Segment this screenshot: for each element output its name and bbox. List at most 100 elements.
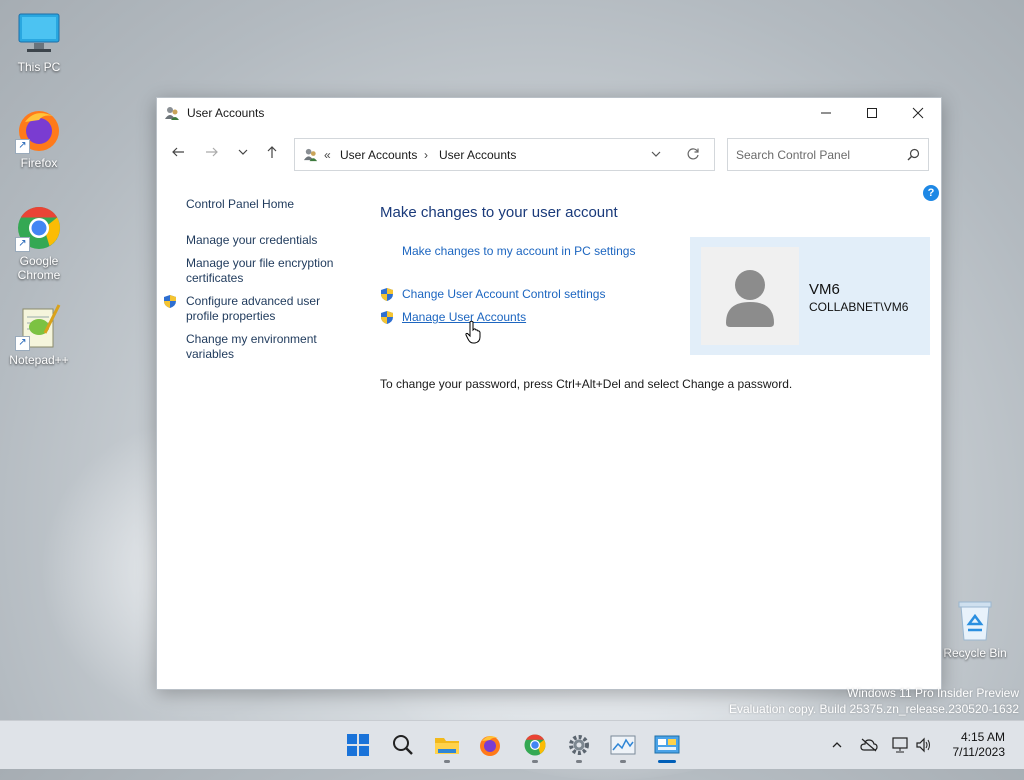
user-domain: COLLABNET\VM6 xyxy=(809,300,909,314)
system-clock[interactable]: 4:15 AM 7/11/2023 xyxy=(953,730,1006,760)
arrow-right-icon xyxy=(206,147,218,157)
maximize-icon xyxy=(867,108,877,118)
uac-shield-icon xyxy=(163,294,177,309)
help-button[interactable]: ? xyxy=(923,185,939,201)
control-panel-icon xyxy=(654,735,680,754)
firefox-icon: ↗ xyxy=(15,106,63,154)
running-indicator xyxy=(532,760,538,763)
breadcrumb-user-accounts-current[interactable]: User Accounts xyxy=(439,148,516,162)
chrome-icon xyxy=(524,734,546,756)
taskbar-file-explorer[interactable] xyxy=(429,729,465,763)
desktop-icon-label: This PC xyxy=(17,60,61,74)
desktop-icon-label: Firefox xyxy=(20,156,58,170)
gear-icon xyxy=(569,735,589,755)
taskbar-firefox[interactable] xyxy=(472,729,508,761)
navigation-bar: « User Accounts › User Accounts Search C… xyxy=(157,132,941,172)
shortcut-arrow-icon: ↗ xyxy=(15,139,30,154)
user-accounts-icon xyxy=(303,147,318,165)
speaker-icon xyxy=(916,737,930,753)
pc-settings-link[interactable]: Make changes to my account in PC setting… xyxy=(402,244,635,258)
taskbar-performance-monitor[interactable] xyxy=(605,729,641,763)
forward-button[interactable] xyxy=(200,140,224,164)
minimize-button[interactable] xyxy=(803,98,849,128)
avatar xyxy=(701,247,799,345)
shortcut-arrow-icon: ↗ xyxy=(15,336,30,351)
user-silhouette-icon xyxy=(726,270,774,327)
maximize-button[interactable] xyxy=(849,98,895,128)
this-pc-icon xyxy=(15,10,63,58)
breadcrumb-overflow[interactable]: « xyxy=(324,148,331,162)
refresh-button[interactable] xyxy=(686,147,700,164)
start-button[interactable] xyxy=(340,729,376,761)
file-encryption-certificates-link[interactable]: Manage your file encryption certificates xyxy=(186,256,341,286)
user-accounts-window: User Accounts « User Accounts › User Acc… xyxy=(156,97,942,690)
title-bar[interactable]: User Accounts xyxy=(157,98,941,128)
manage-credentials-link[interactable]: Manage your credentials xyxy=(186,233,336,248)
desktop-icon-label: Google Chrome xyxy=(17,254,61,282)
breadcrumb-separator: › xyxy=(424,148,428,162)
search-icon[interactable] xyxy=(907,148,920,164)
windows-logo-icon xyxy=(347,734,369,756)
running-indicator xyxy=(576,760,582,763)
desktop-icon-firefox[interactable]: ↗ Firefox xyxy=(4,106,74,170)
taskbar-chrome[interactable] xyxy=(517,729,553,763)
network-button[interactable] xyxy=(890,735,910,755)
chevron-down-icon xyxy=(238,149,248,155)
taskbar-settings[interactable] xyxy=(561,729,597,763)
uac-shield-icon xyxy=(380,310,394,325)
clock-date: 7/11/2023 xyxy=(952,745,1006,759)
desktop-icon-label: Notepad++ xyxy=(9,353,69,367)
uac-shield-icon xyxy=(380,287,394,302)
onedrive-offline-button[interactable] xyxy=(859,735,879,755)
taskbar: 4:15 AM 7/11/2023 xyxy=(0,720,1024,769)
arrow-up-icon xyxy=(267,146,277,158)
arrow-left-icon xyxy=(172,147,184,157)
notepadpp-icon: ↗ xyxy=(15,303,63,351)
desktop-icon-chrome[interactable]: ↗ Google Chrome xyxy=(4,204,74,282)
firefox-icon xyxy=(480,736,500,756)
hand-pointer-cursor-icon xyxy=(465,320,481,347)
desktop-icon-label: Recycle Bin xyxy=(943,646,1007,660)
desktop-icon-recycle-bin[interactable]: Recycle Bin xyxy=(940,596,1010,660)
uac-settings-link[interactable]: Change User Account Control settings xyxy=(402,287,605,301)
show-hidden-icons-button[interactable] xyxy=(827,735,847,755)
user-name: VM6 xyxy=(809,281,840,298)
close-button[interactable] xyxy=(895,98,941,128)
watermark-line-1: Windows 11 Pro Insider Preview xyxy=(847,686,1019,700)
active-indicator xyxy=(658,760,676,763)
back-button[interactable] xyxy=(166,140,190,164)
minimize-icon xyxy=(821,112,831,114)
watermark-line-2: Evaluation copy. Build 25375.zn_release.… xyxy=(729,702,1019,716)
running-indicator xyxy=(620,760,626,763)
performance-monitor-icon xyxy=(610,735,636,755)
volume-button[interactable] xyxy=(914,735,934,755)
breadcrumb-user-accounts-parent[interactable]: User Accounts xyxy=(340,148,417,162)
address-dropdown-button[interactable] xyxy=(650,148,662,163)
running-indicator xyxy=(444,760,450,763)
search-placeholder: Search Control Panel xyxy=(736,148,851,162)
chrome-icon: ↗ xyxy=(15,204,63,252)
advanced-user-profile-link[interactable]: Configure advanced user profile properti… xyxy=(186,294,336,324)
control-panel-home-link[interactable]: Control Panel Home xyxy=(186,197,294,212)
page-title: Make changes to your user account xyxy=(380,204,618,221)
chevron-down-icon xyxy=(651,151,661,157)
user-card: VM6 COLLABNET\VM6 xyxy=(690,237,930,355)
search-box[interactable]: Search Control Panel xyxy=(727,138,929,171)
network-icon xyxy=(892,737,908,753)
desktop-icon-notepadpp[interactable]: ↗ Notepad++ xyxy=(4,303,74,367)
folder-icon xyxy=(435,738,459,754)
refresh-icon xyxy=(687,148,699,160)
recent-locations-button[interactable] xyxy=(231,140,255,164)
taskbar-search-button[interactable] xyxy=(385,729,421,761)
chevron-up-icon xyxy=(832,742,842,748)
recycle-bin-icon xyxy=(951,596,999,644)
password-change-message: To change your password, press Ctrl+Alt+… xyxy=(380,377,793,391)
desktop-icon-this-pc[interactable]: This PC xyxy=(4,10,74,74)
window-title: User Accounts xyxy=(187,106,265,120)
environment-variables-link[interactable]: Change my environment variables xyxy=(186,332,336,362)
clock-time: 4:15 AM xyxy=(960,730,1005,744)
search-icon xyxy=(393,735,413,755)
address-bar[interactable]: « User Accounts › User Accounts xyxy=(294,138,715,171)
taskbar-control-panel[interactable] xyxy=(649,729,685,763)
up-button[interactable] xyxy=(260,140,284,164)
